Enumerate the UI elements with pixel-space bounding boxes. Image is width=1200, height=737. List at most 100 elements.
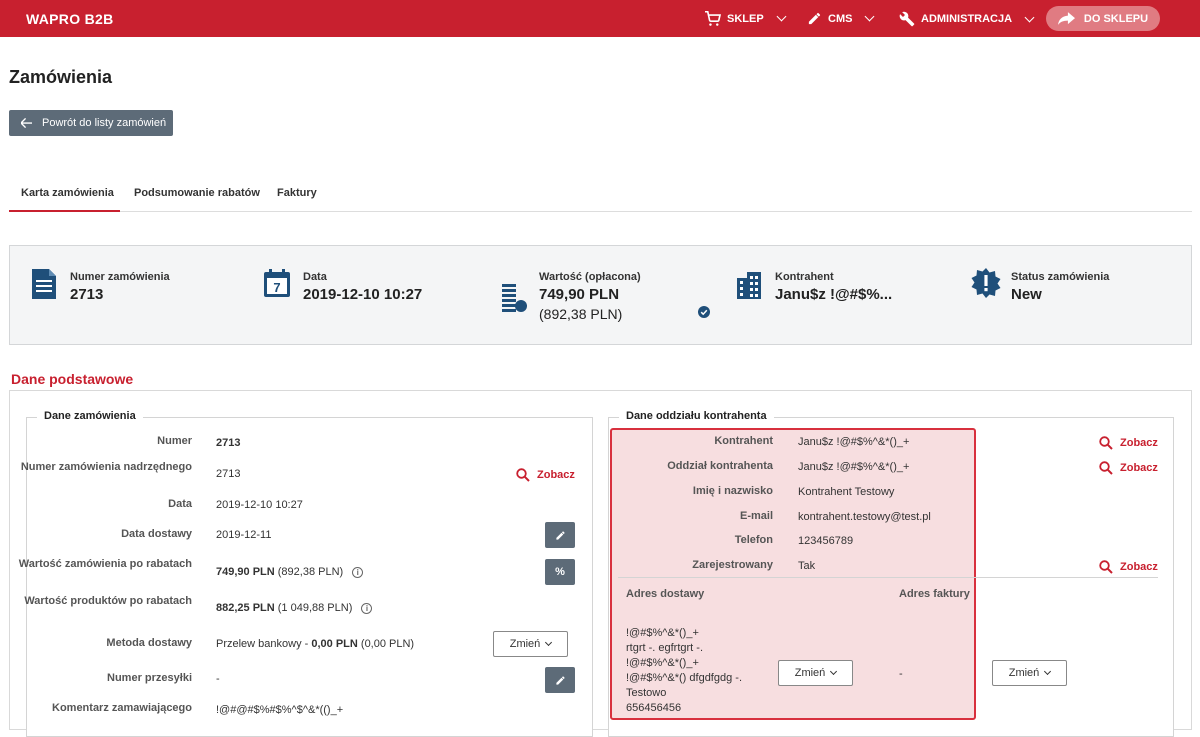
row-label-name: Imię i nazwisko xyxy=(692,485,773,497)
row-label-email: E-mail xyxy=(739,510,773,522)
change-delivery-address-button[interactable]: Zmień xyxy=(778,660,853,686)
divider xyxy=(618,577,1158,578)
chevron-down-icon xyxy=(865,11,875,22)
pencil-icon xyxy=(555,675,565,685)
change-button-label: Zmień xyxy=(1008,667,1040,679)
row-value-branch: Janu$z !@#$%^&*()_+ xyxy=(798,461,910,473)
tab-faktury[interactable]: Faktury xyxy=(277,178,317,212)
back-button-label: Powrót do listy zamówień xyxy=(42,117,167,129)
search-icon xyxy=(1099,560,1113,574)
row-label-parent-number: Numer zamówienia nadrzędnego xyxy=(20,461,192,473)
info-icon[interactable]: i xyxy=(361,602,373,614)
view-contractor-link[interactable]: Zobacz xyxy=(1099,436,1158,450)
date-value: 2019-12-10 10:27 xyxy=(303,286,423,303)
document-icon xyxy=(32,269,56,299)
row-value-comment: !@#@#$%#$%^$^&*(()_+ xyxy=(216,704,344,716)
view-link-label: Zobacz xyxy=(1120,462,1158,474)
wrench-icon xyxy=(899,11,915,27)
order-value-gross: (892,38 PLN) xyxy=(277,566,344,578)
row-value-products-value: 882,25 PLN (1 049,88 PLN) i xyxy=(216,602,373,614)
row-label-date: Data xyxy=(168,498,192,510)
nav-administracja-label: ADMINISTRACJA xyxy=(921,13,1013,25)
alert-badge-icon xyxy=(971,268,1001,298)
calendar-icon: 7 xyxy=(264,269,290,297)
building-icon xyxy=(737,272,761,299)
row-value-order-value: 749,90 PLN (892,38 PLN) i xyxy=(216,566,364,578)
row-value-parent-number: 2713 xyxy=(216,468,241,480)
back-to-orders-button[interactable]: Powrót do listy zamówień xyxy=(9,110,173,136)
go-to-shop-button[interactable]: DO SKLEPU xyxy=(1046,6,1160,31)
paid-check-icon xyxy=(698,306,710,318)
row-value-delivery-date: 2019-12-11 xyxy=(216,529,272,541)
pencil-icon xyxy=(555,530,565,540)
row-value-shipment-number: - xyxy=(216,673,220,685)
search-icon xyxy=(1099,461,1113,475)
address-line: rtgrt -. egfrtgrt -. xyxy=(626,642,704,654)
row-value-number: 2713 xyxy=(216,437,241,449)
order-data-title: Dane zamówienia xyxy=(37,410,143,422)
row-value-email: kontrahent.testowy@test.pl xyxy=(798,511,931,523)
edit-shipment-number-button[interactable] xyxy=(545,667,575,693)
share-arrow-icon xyxy=(1057,12,1075,25)
order-tabs: Karta zamówienia Podsumowanie rabatów Fa… xyxy=(9,178,1192,212)
page-title: Zamówienia xyxy=(9,67,113,87)
order-summary-bar: Numer zamówienia 2713 7 Data 2019-12-10 … xyxy=(9,245,1192,345)
row-label-delivery-method: Metoda dostawy xyxy=(106,637,192,649)
products-value-gross: (1 049,88 PLN) xyxy=(277,602,353,614)
row-value-delivery-method: Przelew bankowy - 0,00 PLN (0,00 PLN) xyxy=(216,638,414,650)
view-link-label: Zobacz xyxy=(537,469,575,481)
row-value-name: Kontrahent Testowy xyxy=(798,486,895,498)
row-label-shipment-number: Numer przesyłki xyxy=(107,672,192,684)
address-line: !@#$%^&*() dfgdfgdg -. xyxy=(626,672,742,684)
change-delivery-method-button[interactable]: Zmień xyxy=(493,631,568,657)
nav-cms[interactable]: CMS xyxy=(807,11,875,26)
invoice-address-value: - xyxy=(899,668,903,680)
address-line: !@#$%^&*()_+ xyxy=(626,657,699,669)
brand-logo[interactable]: WAPRO B2B xyxy=(26,11,114,27)
contractor-value: Janu$z !@#$%... xyxy=(775,286,893,303)
delivery-method-name: Przelew bankowy - xyxy=(216,638,312,650)
products-value-net: 882,25 PLN xyxy=(216,602,275,614)
delivery-address-title: Adres dostawy xyxy=(626,588,705,600)
tab-karta-zamowienia[interactable]: Karta zamówienia xyxy=(9,178,120,212)
discount-percent-button[interactable]: % xyxy=(545,559,575,585)
change-invoice-address-button[interactable]: Zmień xyxy=(992,660,1067,686)
address-line: !@#$%^&*()_+ xyxy=(626,627,699,639)
view-parent-order-link[interactable]: Zobacz xyxy=(516,468,575,482)
edit-delivery-date-button[interactable] xyxy=(545,522,575,548)
view-link-label: Zobacz xyxy=(1120,437,1158,449)
delivery-method-net: 0,00 PLN xyxy=(311,638,358,650)
order-number-label: Numer zamówienia xyxy=(70,271,170,283)
svg-text:7: 7 xyxy=(273,280,280,295)
chevron-down-icon xyxy=(1024,12,1035,22)
row-label-delivery-date: Data dostawy xyxy=(121,528,192,540)
address-line: Testowo xyxy=(626,687,667,699)
nav-sklep-label: SKLEP xyxy=(727,12,764,25)
value-gross: (892,38 PLN) xyxy=(539,306,623,322)
cart-icon xyxy=(705,11,721,26)
nav-sklep[interactable]: SKLEP xyxy=(704,11,787,26)
change-button-label: Zmień xyxy=(794,667,826,679)
row-label-phone: Telefon xyxy=(734,534,773,546)
row-value-contractor: Janu$z !@#$%^&*()_+ xyxy=(798,436,910,448)
info-icon[interactable]: i xyxy=(352,566,364,578)
tab-podsumowanie-rabatow[interactable]: Podsumowanie rabatów xyxy=(134,178,260,212)
delivery-address-lines: !@#$%^&*()_+ rtgrt -. egfrtgrt -. !@#$%^… xyxy=(626,626,742,716)
invoice-address-title: Adres faktury xyxy=(899,588,970,600)
row-label-comment: Komentarz zamawiającego xyxy=(52,702,192,714)
chevron-down-icon xyxy=(545,638,553,647)
view-registration-link[interactable]: Zobacz xyxy=(1099,560,1158,574)
search-icon xyxy=(516,468,530,482)
coins-icon xyxy=(502,284,527,312)
row-label-order-value: Wartość zamówienia po rabatach xyxy=(18,558,192,570)
section-title-basic-data: Dane podstawowe xyxy=(11,371,134,387)
row-label-registered: Zarejestrowany xyxy=(692,559,773,571)
nav-administracja[interactable]: ADMINISTRACJA xyxy=(899,11,1035,27)
row-value-date: 2019-12-10 10:27 xyxy=(216,499,303,511)
address-line: 656456456 xyxy=(626,702,682,714)
contractor-branch-title: Dane oddziału kontrahenta xyxy=(619,410,774,422)
status-label: Status zamówienia xyxy=(1011,271,1110,283)
view-branch-link[interactable]: Zobacz xyxy=(1099,461,1158,475)
row-label-contractor: Kontrahent xyxy=(714,435,773,447)
delivery-method-gross: (0,00 PLN) xyxy=(360,638,415,650)
